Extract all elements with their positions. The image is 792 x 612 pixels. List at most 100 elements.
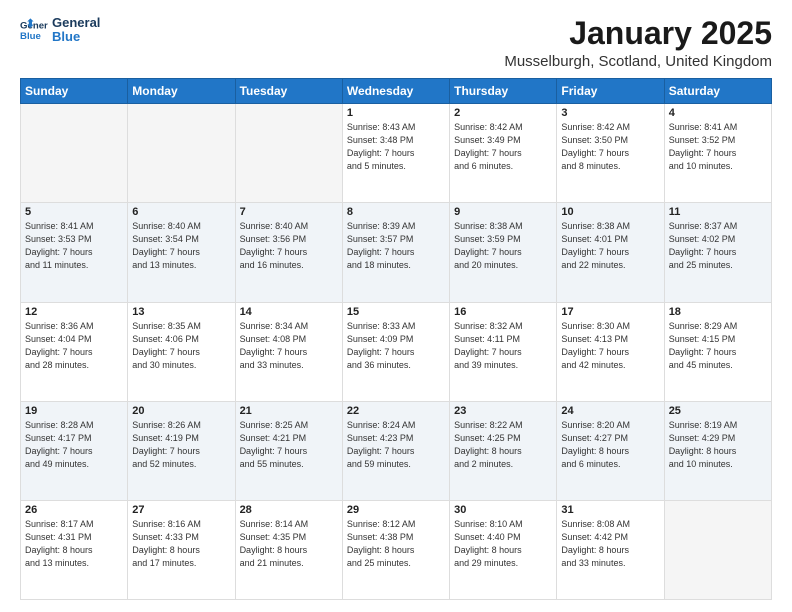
calendar-cell-0-3: 1 Sunrise: 8:43 AMSunset: 3:48 PMDaylight… bbox=[342, 104, 449, 203]
day-info: Sunrise: 8:28 AMSunset: 4:17 PMDaylight:… bbox=[25, 419, 123, 471]
day-info: Sunrise: 8:38 AMSunset: 4:01 PMDaylight:… bbox=[561, 220, 659, 272]
day-number: 23 bbox=[454, 405, 552, 417]
day-number: 27 bbox=[132, 504, 230, 516]
calendar-row-4: 26 Sunrise: 8:17 AMSunset: 4:31 PMDayligh… bbox=[21, 500, 772, 599]
calendar-cell-4-0: 26 Sunrise: 8:17 AMSunset: 4:31 PMDayligh… bbox=[21, 500, 128, 599]
day-info: Sunrise: 8:41 AMSunset: 3:53 PMDaylight:… bbox=[25, 220, 123, 272]
day-info: Sunrise: 8:10 AMSunset: 4:40 PMDaylight:… bbox=[454, 518, 552, 570]
calendar-row-2: 12 Sunrise: 8:36 AMSunset: 4:04 PMDayligh… bbox=[21, 302, 772, 401]
logo-blue: Blue bbox=[52, 29, 80, 44]
location: Musselburgh, Scotland, United Kingdom bbox=[504, 53, 772, 70]
calendar-header-row: SundayMondayTuesdayWednesdayThursdayFrid… bbox=[21, 79, 772, 104]
day-number: 12 bbox=[25, 306, 123, 318]
calendar-cell-1-6: 11 Sunrise: 8:37 AMSunset: 4:02 PMDayligh… bbox=[664, 203, 771, 302]
day-info: Sunrise: 8:40 AMSunset: 3:54 PMDaylight:… bbox=[132, 220, 230, 272]
day-number: 8 bbox=[347, 206, 445, 218]
day-info: Sunrise: 8:34 AMSunset: 4:08 PMDaylight:… bbox=[240, 320, 338, 372]
calendar-cell-3-4: 23Sunrise: 8:22 AMSunset: 4:25 PMDayligh… bbox=[450, 401, 557, 500]
day-info: Sunrise: 8:17 AMSunset: 4:31 PMDaylight:… bbox=[25, 518, 123, 570]
col-header-friday: Friday bbox=[557, 79, 664, 104]
calendar-cell-3-1: 20 Sunrise: 8:26 AMSunset: 4:19 PMDayligh… bbox=[128, 401, 235, 500]
month-title: January 2025 bbox=[504, 16, 772, 51]
day-number: 20 bbox=[132, 405, 230, 417]
svg-text:General: General bbox=[20, 21, 48, 32]
col-header-saturday: Saturday bbox=[664, 79, 771, 104]
calendar-cell-3-6: 25 Sunrise: 8:19 AMSunset: 4:29 PMDayligh… bbox=[664, 401, 771, 500]
calendar-cell-3-2: 21Sunrise: 8:25 AMSunset: 4:21 PMDayligh… bbox=[235, 401, 342, 500]
calendar-cell-1-0: 5 Sunrise: 8:41 AMSunset: 3:53 PMDaylight… bbox=[21, 203, 128, 302]
calendar-cell-4-3: 29 Sunrise: 8:12 AMSunset: 4:38 PMDayligh… bbox=[342, 500, 449, 599]
day-number: 31 bbox=[561, 504, 659, 516]
calendar-cell-1-5: 10 Sunrise: 8:38 AMSunset: 4:01 PMDayligh… bbox=[557, 203, 664, 302]
day-info: Sunrise: 8:43 AMSunset: 3:48 PMDaylight:… bbox=[347, 121, 445, 173]
day-info: Sunrise: 8:37 AMSunset: 4:02 PMDaylight:… bbox=[669, 220, 767, 272]
day-info: Sunrise: 8:33 AMSunset: 4:09 PMDaylight:… bbox=[347, 320, 445, 372]
logo-icon: General Blue bbox=[20, 16, 48, 44]
day-number: 19 bbox=[25, 405, 123, 417]
day-number: 28 bbox=[240, 504, 338, 516]
day-number: 25 bbox=[669, 405, 767, 417]
calendar-cell-2-6: 18Sunrise: 8:29 AMSunset: 4:15 PMDayligh… bbox=[664, 302, 771, 401]
calendar-cell-3-3: 22Sunrise: 8:24 AMSunset: 4:23 PMDayligh… bbox=[342, 401, 449, 500]
day-number: 3 bbox=[561, 107, 659, 119]
calendar-cell-1-1: 6 Sunrise: 8:40 AMSunset: 3:54 PMDaylight… bbox=[128, 203, 235, 302]
day-number: 29 bbox=[347, 504, 445, 516]
day-number: 9 bbox=[454, 206, 552, 218]
page: General Blue General Blue January 2025 M… bbox=[0, 0, 792, 612]
calendar-cell-0-6: 4Sunrise: 8:41 AMSunset: 3:52 PMDaylight… bbox=[664, 104, 771, 203]
calendar-row-3: 19 Sunrise: 8:28 AMSunset: 4:17 PMDayligh… bbox=[21, 401, 772, 500]
day-info: Sunrise: 8:26 AMSunset: 4:19 PMDaylight:… bbox=[132, 419, 230, 471]
col-header-thursday: Thursday bbox=[450, 79, 557, 104]
day-info: Sunrise: 8:42 AMSunset: 3:50 PMDaylight:… bbox=[561, 121, 659, 173]
title-block: January 2025 Musselburgh, Scotland, Unit… bbox=[504, 16, 772, 70]
day-number: 7 bbox=[240, 206, 338, 218]
day-info: Sunrise: 8:08 AMSunset: 4:42 PMDaylight:… bbox=[561, 518, 659, 570]
day-number: 11 bbox=[669, 206, 767, 218]
day-info: Sunrise: 8:36 AMSunset: 4:04 PMDaylight:… bbox=[25, 320, 123, 372]
calendar-cell-2-1: 13 Sunrise: 8:35 AMSunset: 4:06 PMDayligh… bbox=[128, 302, 235, 401]
calendar-cell-0-1 bbox=[128, 104, 235, 203]
day-number: 14 bbox=[240, 306, 338, 318]
day-info: Sunrise: 8:16 AMSunset: 4:33 PMDaylight:… bbox=[132, 518, 230, 570]
logo-general: General bbox=[52, 15, 100, 30]
calendar-cell-0-0 bbox=[21, 104, 128, 203]
day-number: 21 bbox=[240, 405, 338, 417]
day-number: 22 bbox=[347, 405, 445, 417]
day-info: Sunrise: 8:29 AMSunset: 4:15 PMDaylight:… bbox=[669, 320, 767, 372]
day-info: Sunrise: 8:42 AMSunset: 3:49 PMDaylight:… bbox=[454, 121, 552, 173]
col-header-wednesday: Wednesday bbox=[342, 79, 449, 104]
day-number: 6 bbox=[132, 206, 230, 218]
day-info: Sunrise: 8:12 AMSunset: 4:38 PMDaylight:… bbox=[347, 518, 445, 570]
day-info: Sunrise: 8:39 AMSunset: 3:57 PMDaylight:… bbox=[347, 220, 445, 272]
calendar-cell-2-2: 14 Sunrise: 8:34 AMSunset: 4:08 PMDayligh… bbox=[235, 302, 342, 401]
calendar-table: SundayMondayTuesdayWednesdayThursdayFrid… bbox=[20, 78, 772, 600]
logo-text: General Blue bbox=[52, 16, 100, 45]
calendar-cell-0-5: 3 Sunrise: 8:42 AMSunset: 3:50 PMDaylight… bbox=[557, 104, 664, 203]
calendar-cell-4-6 bbox=[664, 500, 771, 599]
day-info: Sunrise: 8:30 AMSunset: 4:13 PMDaylight:… bbox=[561, 320, 659, 372]
day-number: 10 bbox=[561, 206, 659, 218]
day-number: 13 bbox=[132, 306, 230, 318]
header: General Blue General Blue January 2025 M… bbox=[20, 16, 772, 70]
calendar-row-1: 5 Sunrise: 8:41 AMSunset: 3:53 PMDaylight… bbox=[21, 203, 772, 302]
day-number: 16 bbox=[454, 306, 552, 318]
calendar-cell-0-4: 2Sunrise: 8:42 AMSunset: 3:49 PMDaylight… bbox=[450, 104, 557, 203]
day-number: 1 bbox=[347, 107, 445, 119]
day-number: 5 bbox=[25, 206, 123, 218]
day-number: 26 bbox=[25, 504, 123, 516]
calendar-cell-4-1: 27 Sunrise: 8:16 AMSunset: 4:33 PMDayligh… bbox=[128, 500, 235, 599]
calendar-cell-2-4: 16Sunrise: 8:32 AMSunset: 4:11 PMDayligh… bbox=[450, 302, 557, 401]
day-info: Sunrise: 8:41 AMSunset: 3:52 PMDaylight:… bbox=[669, 121, 767, 173]
calendar-cell-4-5: 31 Sunrise: 8:08 AMSunset: 4:42 PMDayligh… bbox=[557, 500, 664, 599]
day-info: Sunrise: 8:40 AMSunset: 3:56 PMDaylight:… bbox=[240, 220, 338, 272]
calendar-cell-3-0: 19 Sunrise: 8:28 AMSunset: 4:17 PMDayligh… bbox=[21, 401, 128, 500]
day-info: Sunrise: 8:14 AMSunset: 4:35 PMDaylight:… bbox=[240, 518, 338, 570]
calendar-cell-1-4: 9Sunrise: 8:38 AMSunset: 3:59 PMDaylight… bbox=[450, 203, 557, 302]
day-info: Sunrise: 8:20 AMSunset: 4:27 PMDaylight:… bbox=[561, 419, 659, 471]
calendar-cell-2-5: 17 Sunrise: 8:30 AMSunset: 4:13 PMDayligh… bbox=[557, 302, 664, 401]
calendar-cell-1-2: 7 Sunrise: 8:40 AMSunset: 3:56 PMDaylight… bbox=[235, 203, 342, 302]
day-info: Sunrise: 8:19 AMSunset: 4:29 PMDaylight:… bbox=[669, 419, 767, 471]
day-number: 17 bbox=[561, 306, 659, 318]
day-info: Sunrise: 8:35 AMSunset: 4:06 PMDaylight:… bbox=[132, 320, 230, 372]
col-header-tuesday: Tuesday bbox=[235, 79, 342, 104]
